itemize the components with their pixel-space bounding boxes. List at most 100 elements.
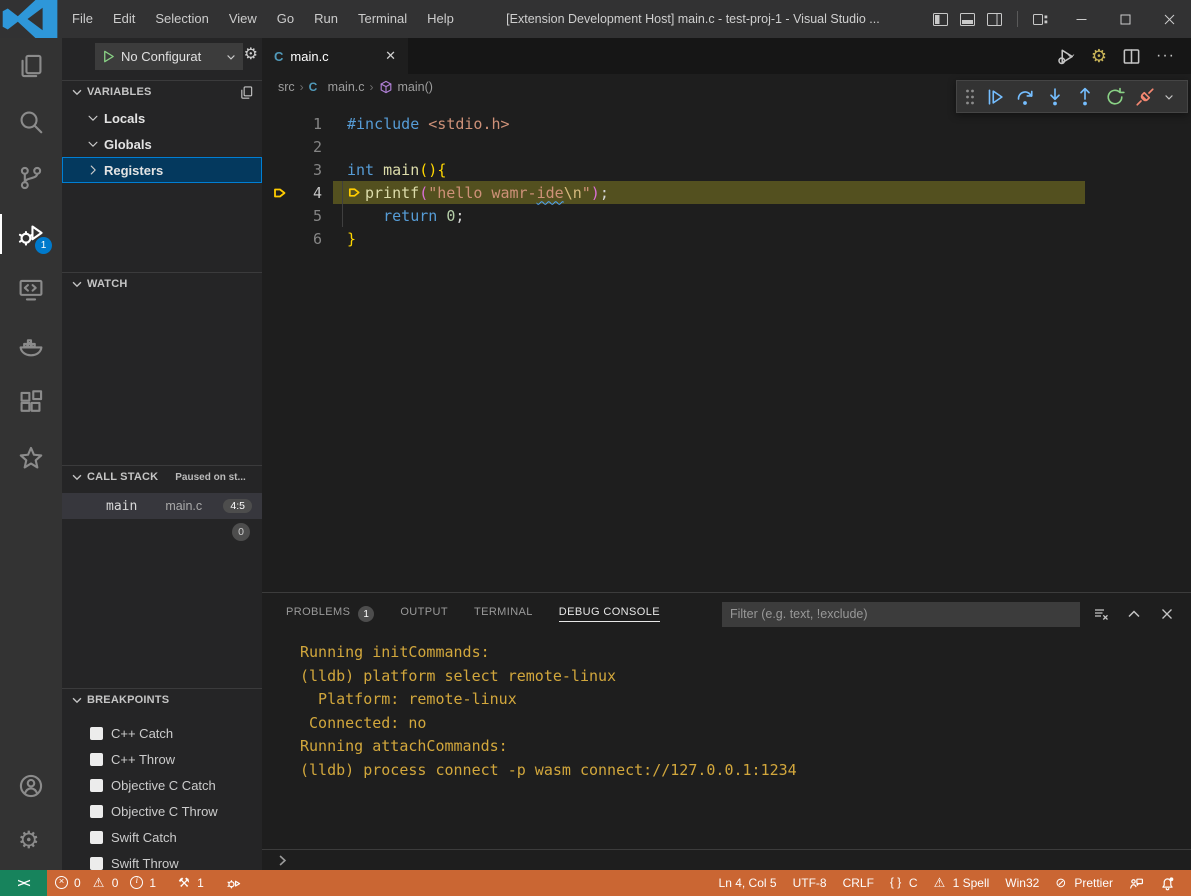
breakpoints-header[interactable]: BREAKPOINTS — [62, 689, 262, 711]
prettier-status-item[interactable]: ⊘Prettier — [1047, 870, 1121, 896]
docker-activity-button[interactable] — [0, 318, 62, 374]
variables-item-locals[interactable]: Locals — [62, 105, 262, 131]
minimize-button[interactable] — [1059, 0, 1103, 38]
info-status-item[interactable]: i1 — [124, 870, 162, 896]
menu-edit[interactable]: Edit — [103, 0, 145, 38]
clear-console-icon[interactable] — [1093, 606, 1109, 622]
console-filter-input[interactable] — [722, 602, 1080, 627]
menu-help[interactable]: Help — [417, 0, 464, 38]
close-panel-icon[interactable] — [1159, 606, 1175, 622]
start-debug-icon[interactable] — [101, 49, 116, 64]
menu-go[interactable]: Go — [267, 0, 304, 38]
win32-status-item[interactable]: Win32 — [997, 870, 1047, 896]
run-and-debug-activity-button[interactable]: 1 — [0, 206, 62, 262]
debug-status-status-item[interactable] — [220, 870, 247, 896]
split-editor-icon[interactable] — [1122, 47, 1141, 66]
panel-tab-terminal[interactable]: TERMINAL — [474, 606, 533, 622]
checkbox-unchecked[interactable] — [90, 857, 103, 870]
ellipsis-icon[interactable]: ··· — [1156, 47, 1175, 65]
checkbox-unchecked[interactable] — [90, 727, 103, 740]
debug-settings-gear-icon[interactable]: ⚙ — [244, 47, 258, 63]
gear-icon[interactable]: ⚙ — [1091, 47, 1107, 65]
maximize-button[interactable] — [1103, 0, 1147, 38]
tab-main-c[interactable]: C main.c ✕ — [262, 38, 408, 74]
breadcrumb-item[interactable]: main() — [398, 80, 433, 94]
variables-item-globals[interactable]: Globals — [62, 131, 262, 157]
extensions-activity-button[interactable] — [0, 374, 62, 430]
menu-file[interactable]: File — [62, 0, 103, 38]
breakpoint-row[interactable]: C++ Throw — [62, 746, 262, 772]
call-stack-header[interactable]: CALL STACK Paused on st... — [62, 466, 262, 488]
account-activity-button[interactable] — [0, 758, 62, 814]
search-activity-button[interactable] — [0, 94, 62, 150]
menu-run[interactable]: Run — [304, 0, 348, 38]
menu-terminal[interactable]: Terminal — [348, 0, 417, 38]
breakpoint-row[interactable]: Objective C Throw — [62, 798, 262, 824]
run-or-debug-icon[interactable] — [1057, 47, 1076, 66]
breadcrumb-item[interactable]: src — [278, 80, 295, 94]
stack-frame-row[interactable]: mainmain.c4:5 — [62, 493, 262, 519]
copy-icon[interactable] — [239, 85, 254, 100]
restart-button[interactable] — [1103, 85, 1127, 109]
step-out-button[interactable] — [1073, 85, 1097, 109]
checkbox-unchecked[interactable] — [90, 753, 103, 766]
search-icon — [18, 109, 44, 135]
checkbox-unchecked[interactable] — [90, 831, 103, 844]
variables-item-registers[interactable]: Registers — [62, 157, 262, 183]
warning-status-item[interactable]: ⚠0 — [87, 870, 125, 896]
toggle-secondary-sidebar-icon[interactable] — [986, 11, 1003, 28]
code-line-6[interactable]: 6} — [262, 227, 1191, 250]
close-tab-icon[interactable]: ✕ — [385, 48, 396, 64]
tools-status-item[interactable]: ⚒1 — [172, 870, 210, 896]
disconnect-button[interactable] — [1133, 85, 1157, 109]
code-line-5[interactable]: 5 return 0; — [262, 204, 1191, 227]
chevron-down-icon — [70, 85, 84, 99]
menu-selection[interactable]: Selection — [145, 0, 218, 38]
error-status-item[interactable]: ×0 — [49, 870, 87, 896]
ln-4-col-5-status-item[interactable]: Ln 4, Col 5 — [711, 870, 785, 896]
menu-view[interactable]: View — [219, 0, 267, 38]
session-row[interactable]: 0 — [62, 519, 262, 545]
bell-dot-status-item[interactable] — [1152, 870, 1183, 896]
toggle-panel-icon[interactable] — [959, 11, 976, 28]
maximize-panel-icon[interactable] — [1126, 606, 1142, 622]
settings-gear-activity-button[interactable]: ⚙ — [0, 814, 62, 870]
panel-tab-problems[interactable]: PROBLEMS1 — [286, 606, 374, 622]
breakpoint-row[interactable]: Objective C Catch — [62, 772, 262, 798]
breakpoint-row[interactable]: Swift Catch — [62, 824, 262, 850]
watch-header[interactable]: WATCH — [62, 273, 262, 295]
debug-console-output[interactable]: Running initCommands:(lldb) platform sel… — [262, 635, 1191, 849]
chevron-down-icon[interactable] — [1163, 91, 1175, 103]
checkbox-unchecked[interactable] — [90, 779, 103, 792]
breadcrumb-item[interactable]: main.c — [328, 80, 365, 94]
step-over-button[interactable] — [1013, 85, 1037, 109]
warning-status-item[interactable]: ⚠1 Spell — [926, 870, 998, 896]
checkbox-unchecked[interactable] — [90, 805, 103, 818]
toggle-sidebar-icon[interactable] — [932, 11, 949, 28]
braces-status-item[interactable]: { }C — [882, 870, 926, 896]
step-into-button[interactable] — [1043, 85, 1067, 109]
panel-tab-output[interactable]: OUTPUT — [400, 606, 448, 622]
crlf-status-item[interactable]: CRLF — [835, 870, 882, 896]
debug-console-input[interactable] — [262, 849, 1191, 870]
code-area[interactable]: 1#include <stdio.h>23int main(){4printf(… — [262, 100, 1191, 592]
source-control-activity-button[interactable] — [0, 150, 62, 206]
drag-grip-icon[interactable] — [963, 87, 977, 107]
continue-button[interactable] — [983, 85, 1007, 109]
code-line-1[interactable]: 1#include <stdio.h> — [262, 112, 1191, 135]
code-line-4[interactable]: 4printf("hello wamr-ide\n"); — [262, 181, 1191, 204]
panel-tab-debug-console[interactable]: DEBUG CONSOLE — [559, 606, 660, 622]
close-window-button[interactable] — [1147, 0, 1191, 38]
debug-config-dropdown[interactable]: No Configurat — [95, 43, 243, 70]
code-line-3[interactable]: 3int main(){ — [262, 158, 1191, 181]
files-activity-button[interactable] — [0, 38, 62, 94]
breakpoint-row[interactable]: C++ Catch — [62, 720, 262, 746]
customize-layout-icon[interactable] — [1032, 11, 1049, 28]
remote-indicator[interactable]: >< — [0, 870, 47, 896]
star-activity-button[interactable] — [0, 430, 62, 486]
code-line-2[interactable]: 2 — [262, 135, 1191, 158]
variables-header[interactable]: VARIABLES — [62, 81, 262, 103]
feedback-status-item[interactable] — [1121, 870, 1152, 896]
utf-8-status-item[interactable]: UTF-8 — [785, 870, 835, 896]
remote-explorer-activity-button[interactable] — [0, 262, 62, 318]
